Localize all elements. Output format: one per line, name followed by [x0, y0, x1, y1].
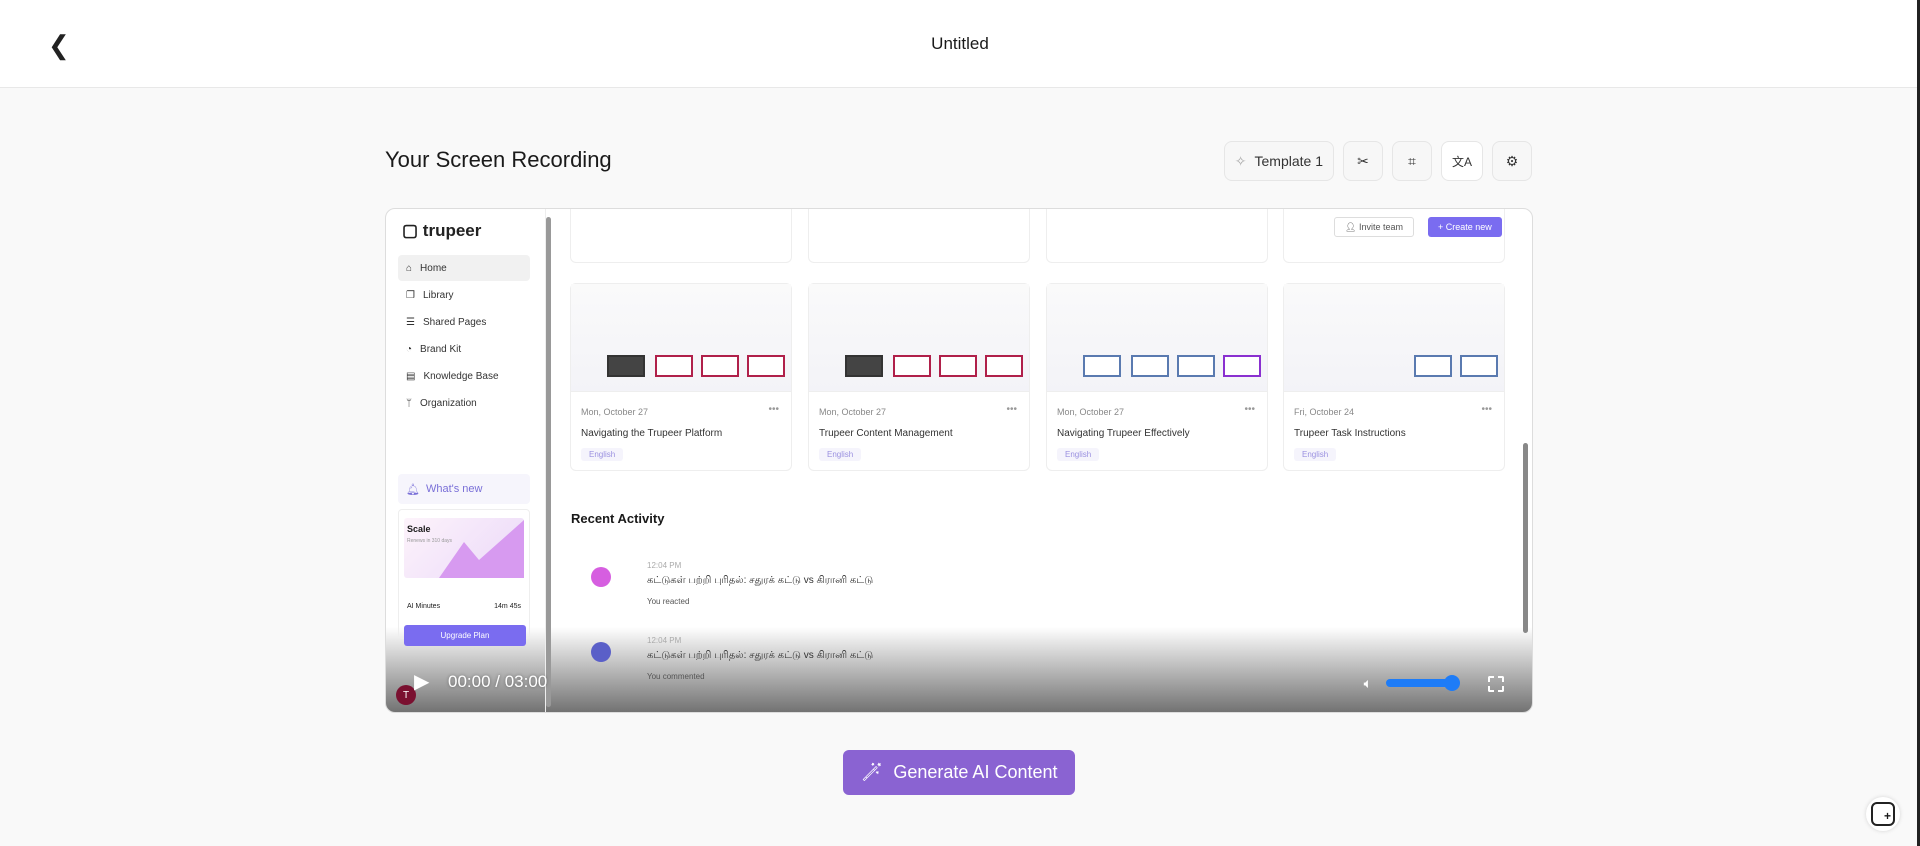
plan-card: Scale Renews in 310 days AI Minutes 14m … — [398, 509, 530, 639]
plan-chart — [439, 520, 524, 578]
video-card: Mon, October 27 ••• Trupeer Content Manage… — [808, 283, 1030, 471]
generate-ai-content-button[interactable]: 🪄︎ Generate AI Content — [843, 750, 1075, 795]
translate-button[interactable]: 文A — [1440, 141, 1483, 181]
floating-add-button[interactable]: + — [1866, 797, 1900, 831]
section-title: Your Screen Recording — [385, 147, 612, 172]
gear-icon: ⚙ — [1505, 152, 1519, 169]
recorded-main-scrollbar — [1523, 443, 1528, 633]
nav-organization: ᛘ Organization — [406, 397, 477, 409]
nav-library: ❐ Library — [406, 289, 454, 301]
add-square-icon: + — [1871, 802, 1895, 826]
avatar: T — [396, 685, 416, 705]
sparkle-icon: ✧ — [1234, 152, 1247, 169]
trupeer-logo: ▢ trupeer — [402, 221, 482, 240]
recent-activity-heading: Recent Activity — [571, 511, 665, 526]
toolbar: ✧ Template 1 ✂ ⌗ 文A ⚙ — [1223, 141, 1532, 181]
activity-item: 12:04 PM கட்டுகள் பற்றி புரிதல்: சதுரக் க… — [571, 561, 1271, 621]
translate-icon: 文A — [1451, 154, 1472, 169]
video-card: Mon, October 27 ••• Navigating Trupeer Eff… — [1046, 283, 1268, 471]
playback-time: 00:00 / 03:00 — [448, 672, 548, 691]
activity-item: 12:04 PM கட்டுகள் பற்றி புரிதல்: சதுரக் க… — [571, 636, 1271, 696]
volume-icon[interactable]: 🔈︎ — [1364, 675, 1372, 692]
volume-slider[interactable] — [1386, 675, 1460, 691]
recorded-scrollbar — [546, 217, 551, 707]
trim-button[interactable]: ✂ — [1342, 141, 1383, 181]
nav-home: ⌂ Home — [398, 255, 530, 281]
nav-shared-pages: ☰ Shared Pages — [406, 316, 487, 328]
nav-brand-kit: ◔ Brand Kit — [406, 343, 462, 355]
upgrade-plan-button: Upgrade Plan — [404, 625, 526, 646]
top-bar: ❮ Untitled — [0, 0, 1920, 88]
nav-knowledge-base: ▤ Knowledge Base — [406, 370, 499, 382]
fullscreen-icon[interactable] — [1488, 676, 1504, 692]
play-icon[interactable]: ▶ — [414, 669, 429, 694]
scissors-icon: ✂ — [1357, 152, 1369, 169]
video-card: Fri, October 24 ••• Trupeer Task Instructi… — [1283, 283, 1505, 471]
magic-wand-icon: 🪄︎ — [860, 762, 884, 782]
template-label: Template 1 — [1254, 153, 1323, 169]
settings-button[interactable]: ⚙ — [1492, 141, 1532, 181]
template-button[interactable]: ✧ Template 1 — [1223, 141, 1334, 181]
video-card: Mon, October 27 ••• Navigating the Trupeer… — [570, 283, 792, 471]
crop-button[interactable]: ⌗ — [1391, 141, 1432, 181]
recorded-sidebar: ▢ trupeer ⌂ Home ❐ Library ☰ Shared Page… — [386, 209, 546, 712]
crop-icon: ⌗ — [1408, 152, 1416, 169]
video-player[interactable]: ▢ trupeer ⌂ Home ❐ Library ☰ Shared Page… — [385, 208, 1533, 713]
page-title: Untitled — [931, 34, 989, 53]
whats-new: 🔔︎ What's new — [398, 474, 530, 504]
